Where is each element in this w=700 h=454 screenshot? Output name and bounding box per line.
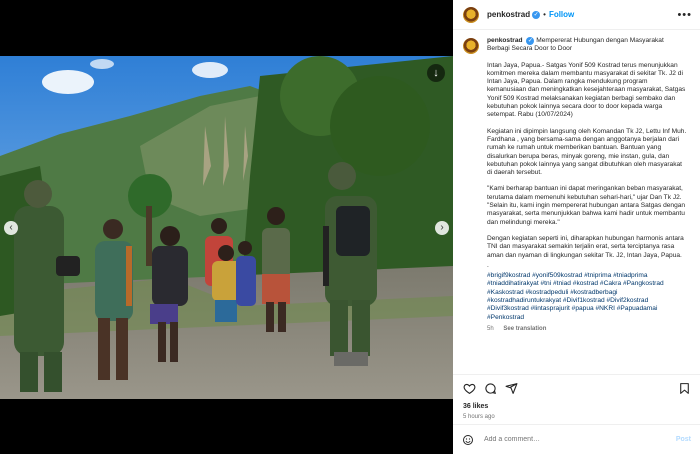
instagram-post-view: ↓ ‹ › penkostrad ✓ • Follow ••• penkostr…	[0, 0, 700, 454]
caption-paragraph-1: Intan Jaya, Papua.- Satgas Yonif 509 Kos…	[487, 61, 688, 119]
caption-paragraph-3: "Kami berharap bantuan ini dapat meringa…	[487, 185, 687, 226]
comment-input[interactable]	[484, 436, 654, 443]
post-header: penkostrad ✓ • Follow •••	[453, 0, 700, 30]
comment-icon[interactable]	[483, 382, 497, 396]
likes-count[interactable]: 36 likes	[453, 402, 700, 412]
caption-title-row: penkostrad ✓ Mempererat Hubungan dengan …	[487, 37, 687, 54]
caption-dot: .	[487, 261, 489, 269]
bookmark-icon[interactable]	[677, 382, 691, 396]
separator-dot: •	[543, 10, 546, 19]
caption-body: penkostrad ✓ Mempererat Hubungan dengan …	[487, 37, 687, 374]
caption-username[interactable]: penkostrad	[487, 37, 523, 44]
comment-bar: Post	[453, 424, 700, 454]
caption-paragraph-4: Dengan kegiatan seperti ini, diharapkan …	[487, 234, 686, 259]
emoji-icon[interactable]	[462, 434, 474, 446]
chevron-right-icon[interactable]: ›	[435, 221, 449, 235]
header-username[interactable]: penkostrad	[487, 10, 530, 19]
heart-icon[interactable]	[462, 382, 476, 396]
download-icon[interactable]: ↓	[427, 64, 445, 82]
caption-paragraph-2: Kegiatan ini dipimpin langsung oleh Koma…	[487, 127, 689, 177]
post-photo-image	[0, 56, 453, 399]
caption-avatar[interactable]	[463, 38, 479, 54]
share-icon[interactable]	[504, 382, 518, 396]
see-translation-link[interactable]: See translation	[503, 326, 546, 332]
post-side-panel: penkostrad ✓ • Follow ••• penkostrad ✓ M…	[453, 0, 700, 454]
post-photo	[0, 56, 453, 399]
post-comment-button[interactable]: Post	[676, 436, 691, 443]
action-bar	[453, 374, 700, 402]
caption-meta: 5h See translation	[487, 325, 687, 333]
caption-age: 5h	[487, 325, 494, 332]
more-horizontal-icon[interactable]: •••	[677, 9, 692, 21]
verified-badge-icon: ✓	[532, 10, 541, 19]
avatar[interactable]	[463, 6, 479, 23]
chevron-left-icon[interactable]: ‹	[4, 221, 18, 235]
caption-section: penkostrad ✓ Mempererat Hubungan dengan …	[453, 30, 700, 374]
caption-hashtags[interactable]: #brigif9kostrad #yonif509kostrad #tnipri…	[487, 272, 687, 322]
post-time: 5 hours ago	[463, 414, 495, 420]
caption-verified-icon: ✓	[526, 37, 535, 45]
post-media: ↓ ‹ ›	[0, 0, 453, 454]
follow-button[interactable]: Follow	[549, 10, 574, 19]
